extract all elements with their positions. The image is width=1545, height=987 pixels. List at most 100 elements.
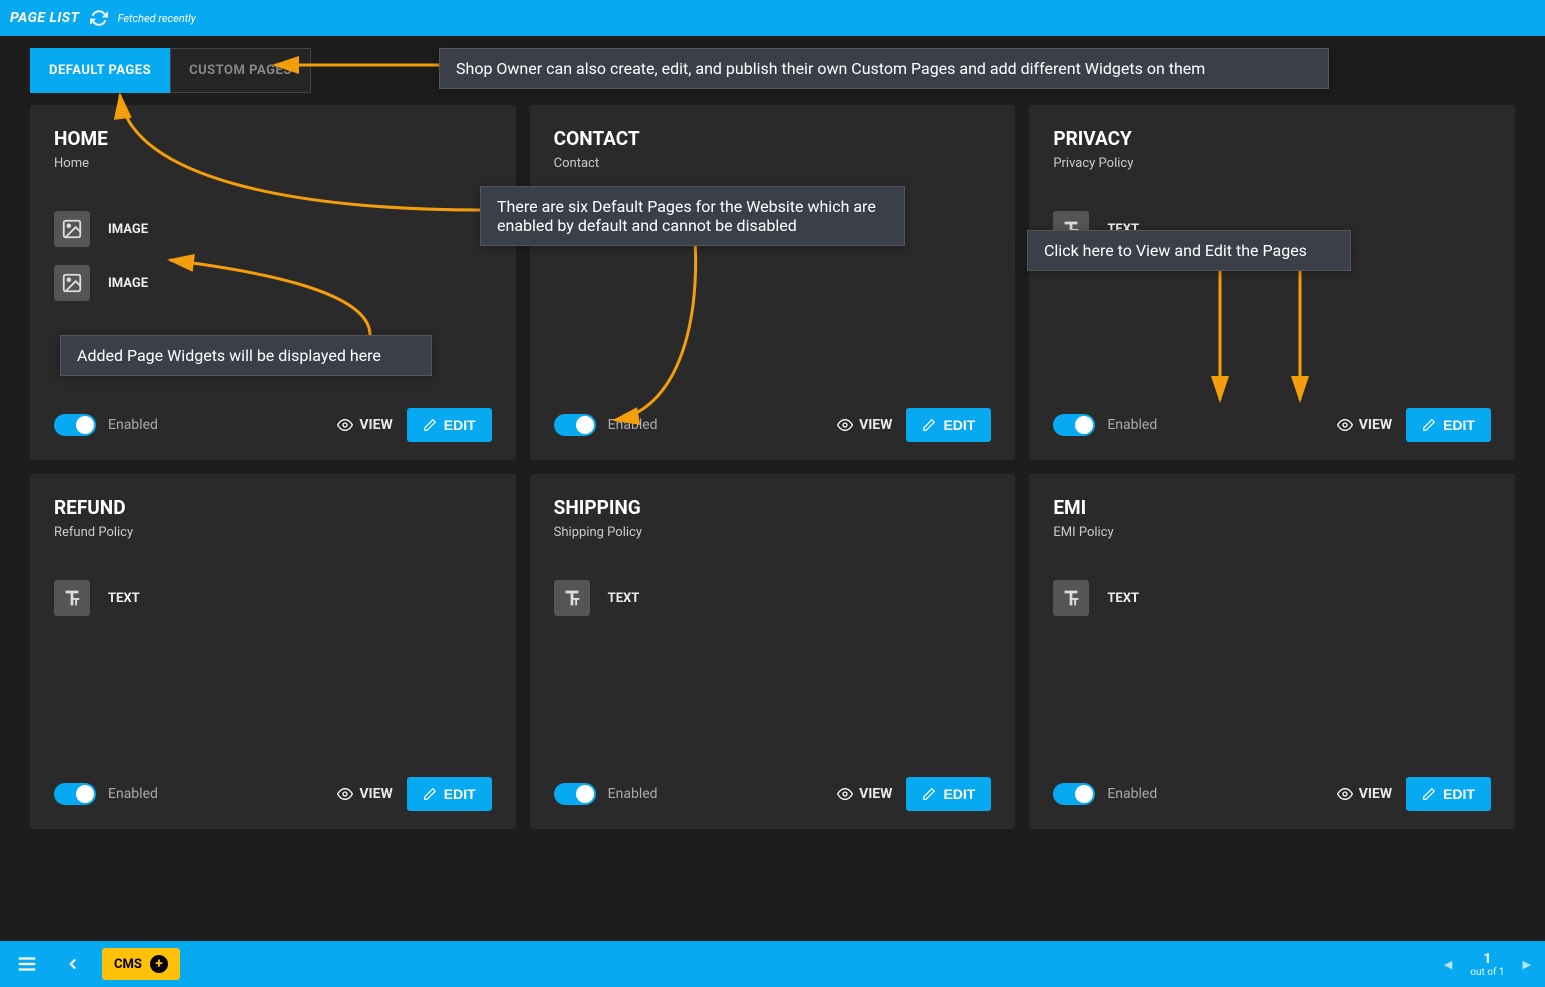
page-card-privacy: PRIVACY Privacy Policy TEXT Enabled <box>1029 105 1515 460</box>
view-label: VIEW <box>859 786 892 802</box>
cms-label: CMS <box>114 957 142 972</box>
card-footer: Enabled VIEW EDIT <box>1053 777 1491 811</box>
widget-row[interactable]: TEXT <box>554 580 992 616</box>
pager-prev-icon[interactable]: ◀ <box>1440 954 1456 975</box>
fetched-status: Fetched recently <box>118 12 196 25</box>
view-label: VIEW <box>359 786 392 802</box>
card-subtitle: Home <box>54 156 492 171</box>
page-card-contact: CONTACT Contact Enabled VIEW EDIT <box>530 105 1016 460</box>
card-footer: Enabled VIEW EDIT <box>554 408 992 442</box>
card-subtitle: Contact <box>554 156 992 171</box>
edit-label: EDIT <box>444 417 476 433</box>
text-icon <box>54 580 90 616</box>
pager-total: out of 1 <box>1470 967 1504 978</box>
enabled-toggle[interactable] <box>554 414 596 436</box>
enabled-toggle[interactable] <box>54 414 96 436</box>
edit-button[interactable]: EDIT <box>906 777 991 811</box>
widget-row[interactable]: IMAGE <box>54 211 492 247</box>
card-footer: Enabled VIEW EDIT <box>554 777 992 811</box>
edit-label: EDIT <box>1443 786 1475 802</box>
eye-icon <box>1337 417 1353 433</box>
edit-label: EDIT <box>943 786 975 802</box>
page-card-emi: EMI EMI Policy TEXT Enabled <box>1029 474 1515 829</box>
edit-button[interactable]: EDIT <box>407 777 492 811</box>
edit-button[interactable]: EDIT <box>1406 408 1491 442</box>
widgets-list: TEXT <box>54 580 492 777</box>
edit-label: EDIT <box>444 786 476 802</box>
bottom-bar: CMS + ◀ 1 out of 1 ▶ <box>0 941 1545 987</box>
pencil-icon <box>423 418 437 432</box>
plus-icon: + <box>150 955 168 973</box>
eye-icon <box>337 786 353 802</box>
pager-current: 1 <box>1470 951 1504 967</box>
enabled-toggle[interactable] <box>54 783 96 805</box>
widget-row[interactable]: TEXT <box>1053 580 1491 616</box>
widget-label: TEXT <box>608 591 640 606</box>
card-subtitle: Refund Policy <box>54 525 492 540</box>
enabled-toggle[interactable] <box>1053 414 1095 436</box>
menu-icon[interactable] <box>10 947 44 981</box>
widget-row[interactable]: IMAGE <box>54 265 492 301</box>
enabled-label: Enabled <box>608 786 658 802</box>
view-label: VIEW <box>859 417 892 433</box>
card-title: PRIVACY <box>1053 127 1491 150</box>
card-title: HOME <box>54 127 492 150</box>
eye-icon <box>337 417 353 433</box>
eye-icon <box>837 417 853 433</box>
view-link[interactable]: VIEW <box>337 417 392 433</box>
enabled-label: Enabled <box>608 417 658 433</box>
tab-default-pages[interactable]: DEFAULT PAGES <box>30 48 170 93</box>
page-list-title: PAGE LIST <box>10 10 80 26</box>
enabled-toggle[interactable] <box>554 783 596 805</box>
card-footer: Enabled VIEW EDIT <box>54 777 492 811</box>
top-bar: PAGE LIST Fetched recently <box>0 0 1545 36</box>
view-link[interactable]: VIEW <box>837 786 892 802</box>
widget-label: IMAGE <box>108 276 148 291</box>
widget-label: TEXT <box>1107 591 1139 606</box>
edit-button[interactable]: EDIT <box>1406 777 1491 811</box>
pencil-icon <box>423 787 437 801</box>
annotation-widgets-here: Added Page Widgets will be displayed her… <box>60 335 432 376</box>
card-subtitle: Shipping Policy <box>554 525 992 540</box>
image-icon <box>54 265 90 301</box>
eye-icon <box>1337 786 1353 802</box>
widget-label: TEXT <box>108 591 140 606</box>
annotation-custom-pages: Shop Owner can also create, edit, and pu… <box>439 48 1329 89</box>
view-label: VIEW <box>359 417 392 433</box>
view-link[interactable]: VIEW <box>1337 417 1392 433</box>
view-link[interactable]: VIEW <box>337 786 392 802</box>
view-link[interactable]: VIEW <box>837 417 892 433</box>
back-chevron-icon[interactable] <box>58 949 88 979</box>
enabled-label: Enabled <box>108 417 158 433</box>
enabled-toggle[interactable] <box>1053 783 1095 805</box>
card-footer: Enabled VIEW EDIT <box>1053 408 1491 442</box>
widget-label: IMAGE <box>108 222 148 237</box>
edit-label: EDIT <box>943 417 975 433</box>
card-title: REFUND <box>54 496 492 519</box>
enabled-label: Enabled <box>1107 786 1157 802</box>
image-icon <box>54 211 90 247</box>
card-title: CONTACT <box>554 127 992 150</box>
cms-breadcrumb[interactable]: CMS + <box>102 948 180 980</box>
tab-custom-pages[interactable]: CUSTOM PAGES <box>170 48 311 93</box>
card-footer: Enabled VIEW EDIT <box>54 408 492 442</box>
refresh-icon[interactable] <box>90 9 108 27</box>
annotation-view-edit: Click here to View and Edit the Pages <box>1027 230 1351 271</box>
card-subtitle: Privacy Policy <box>1053 156 1491 171</box>
text-icon <box>554 580 590 616</box>
edit-label: EDIT <box>1443 417 1475 433</box>
enabled-label: Enabled <box>1107 417 1157 433</box>
card-title: EMI <box>1053 496 1491 519</box>
widgets-list: IMAGE IMAGE <box>54 211 492 408</box>
edit-button[interactable]: EDIT <box>906 408 991 442</box>
card-subtitle: EMI Policy <box>1053 525 1491 540</box>
view-label: VIEW <box>1359 417 1392 433</box>
edit-button[interactable]: EDIT <box>407 408 492 442</box>
page-card-home: HOME Home IMAGE IMAGE <box>30 105 516 460</box>
widgets-list: TEXT <box>554 580 992 777</box>
view-link[interactable]: VIEW <box>1337 786 1392 802</box>
widget-row[interactable]: TEXT <box>54 580 492 616</box>
card-title: SHIPPING <box>554 496 992 519</box>
widgets-list: TEXT <box>1053 580 1491 777</box>
pager-next-icon[interactable]: ▶ <box>1519 954 1535 975</box>
